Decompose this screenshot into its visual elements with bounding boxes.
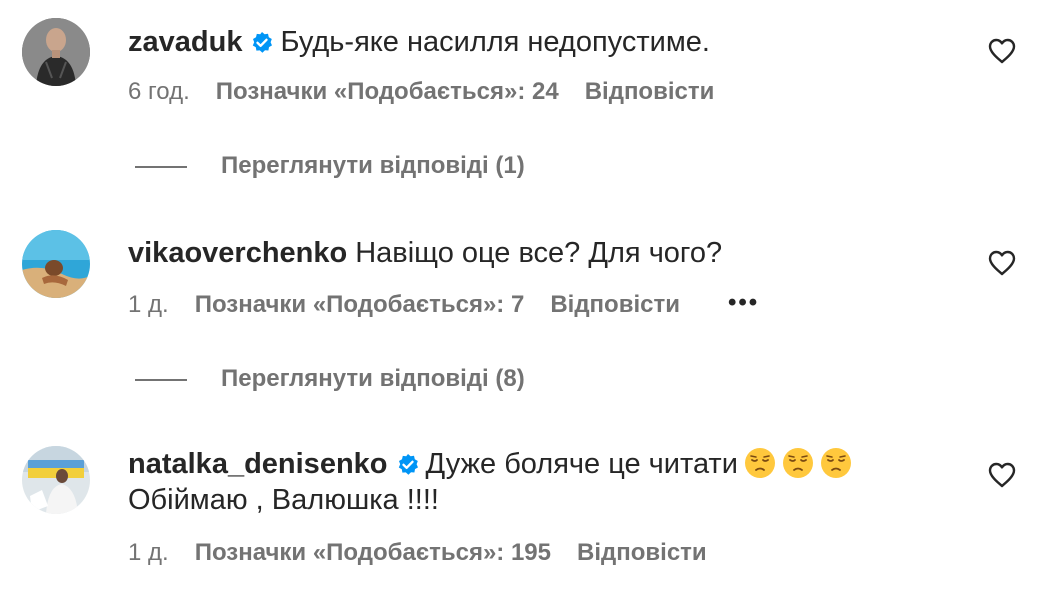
reply-button[interactable]: Відповісти: [585, 77, 715, 107]
view-replies-label: Переглянути відповіді (8): [221, 365, 525, 392]
divider-line: [135, 378, 187, 381]
comment-meta: 1 д. Позначки «Подобається»: 195 Відповіст…: [128, 538, 707, 568]
comment-text-continued: Обіймаю , Валюшка !!!!: [128, 484, 439, 516]
comment-body: vikaoverchenko Навіщо оце все? Для чого?: [128, 233, 919, 273]
likes-count[interactable]: Позначки «Подобається»: 195: [195, 538, 551, 568]
comment-text: Навіщо оце все? Для чого?: [355, 237, 723, 269]
pensive-face-emoji-icon: [744, 448, 775, 478]
timestamp[interactable]: 6 год.: [128, 77, 190, 107]
username[interactable]: zavaduk: [128, 26, 242, 58]
avatar[interactable]: [22, 446, 90, 514]
more-options-button[interactable]: •••: [728, 288, 759, 318]
like-heart-icon[interactable]: [988, 462, 1016, 488]
verified-badge-icon: [398, 454, 418, 475]
pensive-face-emoji-icon: [820, 448, 851, 478]
comment-body-line2: Обіймаю , Валюшка !!!!: [128, 480, 919, 520]
verified-badge-icon: [253, 32, 273, 53]
comment-text: Дуже боляче це читати: [425, 448, 738, 480]
view-replies-button[interactable]: Переглянути відповіді (1): [135, 151, 525, 181]
comment-text: Будь-яке насилля недопустиме.: [280, 26, 710, 58]
comment-meta: 1 д. Позначки «Подобається»: 7 Відповісти •…: [128, 288, 759, 320]
timestamp[interactable]: 1 д.: [128, 290, 169, 320]
likes-count[interactable]: Позначки «Подобається»: 24: [216, 77, 559, 107]
view-replies-button[interactable]: Переглянути відповіді (8): [135, 364, 525, 394]
comment-body: natalka_denisenko Дуже боляче це читати: [128, 444, 919, 484]
avatar[interactable]: [22, 18, 90, 86]
comment-body: zavaduk Будь-яке насилля недопустиме.: [128, 22, 919, 62]
like-heart-icon[interactable]: [988, 38, 1016, 64]
divider-line: [135, 165, 187, 168]
comment-meta: 6 год. Позначки «Подобається»: 24 Відповіс…: [128, 77, 714, 107]
reply-button[interactable]: Відповісти: [550, 290, 680, 320]
like-heart-icon[interactable]: [988, 250, 1016, 276]
timestamp[interactable]: 1 д.: [128, 538, 169, 568]
likes-count[interactable]: Позначки «Подобається»: 7: [195, 290, 525, 320]
pensive-face-emoji-icon: [782, 448, 813, 478]
view-replies-label: Переглянути відповіді (1): [221, 152, 525, 179]
username[interactable]: natalka_denisenko: [128, 448, 388, 480]
avatar[interactable]: [22, 230, 90, 298]
reply-button[interactable]: Відповісти: [577, 538, 707, 568]
username[interactable]: vikaoverchenko: [128, 237, 347, 269]
